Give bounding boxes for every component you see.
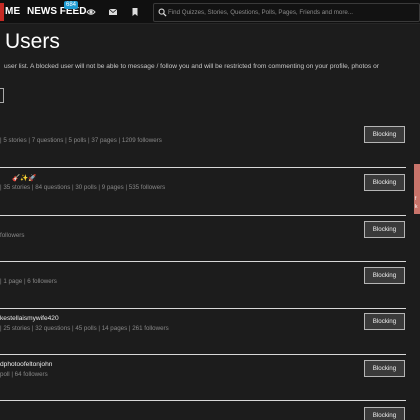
- mail-icon[interactable]: [108, 7, 118, 17]
- user-row: Blocking: [0, 401, 406, 420]
- top-navbar: ME NEWS FEED 684: [0, 0, 420, 24]
- user-row: followers Blocking: [0, 216, 406, 262]
- user-stats: | 1 page | 6 followers: [0, 278, 57, 285]
- blocking-button[interactable]: Blocking: [364, 126, 405, 143]
- user-row: 🎸✨🚀 | 35 stories | 84 questions | 30 pol…: [0, 168, 406, 216]
- side-tab-letter: k: [415, 204, 418, 210]
- user-name[interactable]: kestellaismywife420: [0, 315, 59, 322]
- search-icon: [158, 8, 167, 17]
- blocking-button[interactable]: Blocking: [364, 313, 405, 330]
- search-bar: [153, 3, 420, 22]
- logo[interactable]: [0, 3, 4, 21]
- nav-me-link[interactable]: ME: [5, 6, 20, 17]
- user-stats: followers: [0, 232, 25, 239]
- user-stats: | 5 stories | 7 questions | 5 polls | 37…: [0, 137, 162, 144]
- blocking-button[interactable]: Blocking: [364, 174, 405, 191]
- user-stats: | 35 stories | 84 questions | 30 polls |…: [0, 184, 166, 191]
- blocking-button[interactable]: Blocking: [364, 407, 405, 420]
- eye-icon[interactable]: [86, 7, 96, 17]
- filter-button[interactable]: [0, 88, 4, 103]
- search-input[interactable]: [168, 4, 418, 21]
- user-row: dphotoofeltonjohn poll | 64 followers Bl…: [0, 355, 406, 401]
- side-tab-letter: f: [415, 196, 417, 202]
- blocking-button[interactable]: Blocking: [364, 360, 405, 377]
- bookmark-icon[interactable]: [130, 7, 140, 17]
- user-row: | 5 stories | 7 questions | 5 polls | 37…: [0, 120, 406, 168]
- page-title: Users: [5, 30, 60, 53]
- user-row: | 1 page | 6 followers Blocking: [0, 262, 406, 309]
- feedback-side-tab[interactable]: f k: [414, 164, 420, 214]
- newsfeed-count-badge: 684: [64, 1, 79, 9]
- blocking-button[interactable]: Blocking: [364, 221, 405, 238]
- blocking-button[interactable]: Blocking: [364, 267, 405, 284]
- page-description: user list. A blocked user will not be ab…: [4, 63, 379, 70]
- user-name[interactable]: dphotoofeltonjohn: [0, 361, 52, 368]
- user-stats: | 25 stories | 32 questions | 45 polls |…: [0, 325, 169, 332]
- user-name[interactable]: 🎸✨🚀: [12, 174, 37, 182]
- user-stats: poll | 64 followers: [0, 371, 48, 378]
- user-row: kestellaismywife420 | 25 stories | 32 qu…: [0, 309, 406, 355]
